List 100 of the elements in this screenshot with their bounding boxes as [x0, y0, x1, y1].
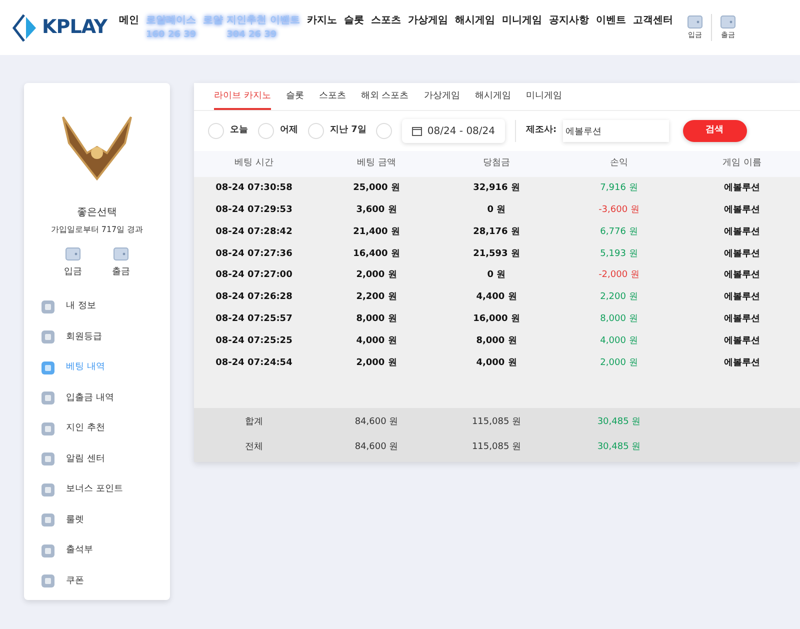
table-cell-text: 25,000 원 [352, 182, 401, 196]
nav-link[interactable]: 해시게임 [455, 12, 496, 28]
game-tab[interactable]: 가상게임 [424, 90, 460, 110]
table-cell-text: 5,193 원 [599, 248, 639, 261]
game-tab[interactable]: 슬롯 [286, 90, 304, 110]
menu-item-icon [41, 422, 55, 436]
game-tab[interactable]: 해외 스포츠 [360, 90, 409, 110]
sidebar-menu-item[interactable]: 입출금 내역 [24, 383, 170, 414]
table-cell-text: 08-24 07:24:54 [214, 356, 294, 370]
table-cell-text: 에볼루션 [723, 269, 761, 282]
table-cell-text: 4,400 원 [475, 291, 518, 304]
table-cell-text: 2,000 원 [599, 356, 639, 370]
nav-link[interactable]: 카지노 [307, 12, 338, 28]
sidebar-menu-item[interactable]: 알림 센터 [24, 444, 170, 474]
logo-text: KPLAY [42, 15, 108, 40]
table-cell-text: 6,776 원 [599, 226, 639, 239]
period-label: 지난 7일 [330, 124, 366, 138]
menu-item-icon [41, 482, 55, 497]
table-cell-text: 08-24 07:25:57 [214, 312, 294, 326]
sidebar-menu-item[interactable]: 내 정보 [24, 292, 170, 322]
table-cell-text: 에볼루션 [723, 204, 761, 217]
table-cell-text: 16,400 원 [352, 248, 401, 261]
table-cell-text: 115,085 원 [470, 440, 522, 454]
menu-item-icon [41, 391, 55, 406]
nav-link[interactable]: 가상게임 [408, 12, 448, 28]
period-label: 오늘 [230, 124, 248, 138]
wallet-action-button[interactable]: 출금 [112, 246, 130, 280]
table-cell-text: 에볼루션 [723, 248, 761, 261]
nav-link[interactable]: 슬롯 [344, 12, 364, 28]
table-cell-text: 4,000 원 [355, 334, 398, 348]
table-cell-text: 30,485 원 [596, 416, 642, 429]
table-cell-text: 08-24 07:25:25 [214, 334, 294, 348]
period-radio[interactable] [308, 123, 324, 139]
provider-field[interactable]: 에볼루션 [562, 120, 669, 142]
table-cell-text: 2,000 원 [355, 356, 398, 370]
menu-item-icon [41, 544, 55, 558]
table-cell-text: 08-24 07:30:58 [214, 182, 294, 196]
nav-link[interactable]: 이벤트 [596, 12, 626, 28]
table-cell-text: 에볼루션 [723, 182, 761, 196]
sidebar-menu-item[interactable]: 룰렛 [24, 505, 170, 536]
period-label: 어제 [280, 124, 298, 138]
nav-link[interactable]: 공지사항 [549, 12, 590, 28]
column-header: 손익 [609, 157, 629, 170]
date-range-field[interactable]: 08/24 - 08/24 [402, 119, 506, 143]
column-header: 베팅 금액 [356, 157, 397, 170]
table-cell-text: 08-24 07:26:28 [214, 291, 294, 304]
wallet-icon [687, 14, 704, 30]
table-cell-text: 2,200 원 [355, 291, 398, 304]
table-cell-text: 2,200 원 [599, 291, 639, 304]
table-cell-text: 에볼루션 [723, 312, 761, 326]
table-cell-text: 에볼루션 [723, 356, 761, 370]
wallet-action-button[interactable]: 입금 [64, 246, 82, 280]
sidebar-menu-item[interactable]: 쿠폰 [24, 566, 170, 596]
game-tab[interactable]: 해시게임 [474, 90, 511, 110]
menu-item-icon [41, 360, 55, 375]
nav-link[interactable]: 스포츠 [371, 12, 402, 28]
period-radio[interactable] [258, 123, 274, 139]
table-cell-text: 8,000 원 [355, 312, 398, 326]
column-header: 게임 이름 [722, 157, 762, 170]
period-radio[interactable] [376, 123, 392, 139]
table-cell-text: 08-24 07:27:00 [214, 269, 294, 282]
table-cell-text: 전체 [244, 440, 264, 454]
table-cell-text: 합계 [244, 416, 264, 429]
table-cell-text: 16,000 원 [472, 312, 521, 326]
game-tab[interactable]: 미니게임 [526, 90, 562, 110]
table-cell-text: 8,000 원 [475, 334, 518, 348]
sidebar-menu-item[interactable]: 출석부 [24, 536, 170, 566]
column-header: 베팅 시간 [234, 157, 274, 170]
search-button[interactable]: 검색 [682, 120, 747, 142]
sidebar-menu-item[interactable]: 보너스 포인트 [24, 474, 170, 505]
nav-link[interactable]: 미니게임 [502, 12, 542, 28]
user-name: 좋은선택 [77, 206, 117, 220]
table-cell-text: 에볼루션 [723, 334, 761, 348]
table-cell-text: 28,176 원 [472, 226, 521, 239]
table-cell-text: 0 원 [486, 204, 507, 217]
game-tab[interactable]: 스포츠 [318, 90, 346, 110]
calendar-icon [412, 126, 422, 136]
table-cell-text: 84,600 원 [354, 416, 400, 429]
table-cell-text: 2,000 원 [355, 269, 398, 282]
menu-item-icon [41, 300, 55, 314]
table-cell-text: 32,916 원 [472, 182, 521, 196]
table-cell-text: 에볼루션 [723, 291, 761, 304]
table-cell-text: 21,593 원 [472, 248, 521, 261]
menu-item-icon [41, 452, 55, 466]
table-cell-text: 21,400 원 [352, 226, 401, 239]
period-radio[interactable] [208, 123, 224, 139]
sidebar-menu-item[interactable]: 지인 추천 [24, 414, 170, 444]
column-header: 당첨금 [482, 157, 511, 170]
table-cell-text: 8,000 원 [599, 312, 639, 326]
table-cell-text: 115,085 원 [470, 416, 522, 429]
wallet-icon [720, 14, 736, 30]
game-tab[interactable]: 라이브 카지노 [214, 90, 271, 110]
nav-link[interactable]: 메인 [119, 12, 140, 28]
table-cell-text: 4,000 원 [599, 334, 639, 348]
table-cell-text: 84,600 원 [354, 440, 400, 454]
sidebar-menu-item[interactable]: 회원등급 [24, 322, 170, 352]
provider-label: 제조사: [526, 124, 557, 138]
table-cell-text: 3,600 원 [355, 204, 398, 217]
menu-item-icon [41, 574, 55, 588]
nav-link[interactable]: 고객센터 [633, 12, 674, 28]
